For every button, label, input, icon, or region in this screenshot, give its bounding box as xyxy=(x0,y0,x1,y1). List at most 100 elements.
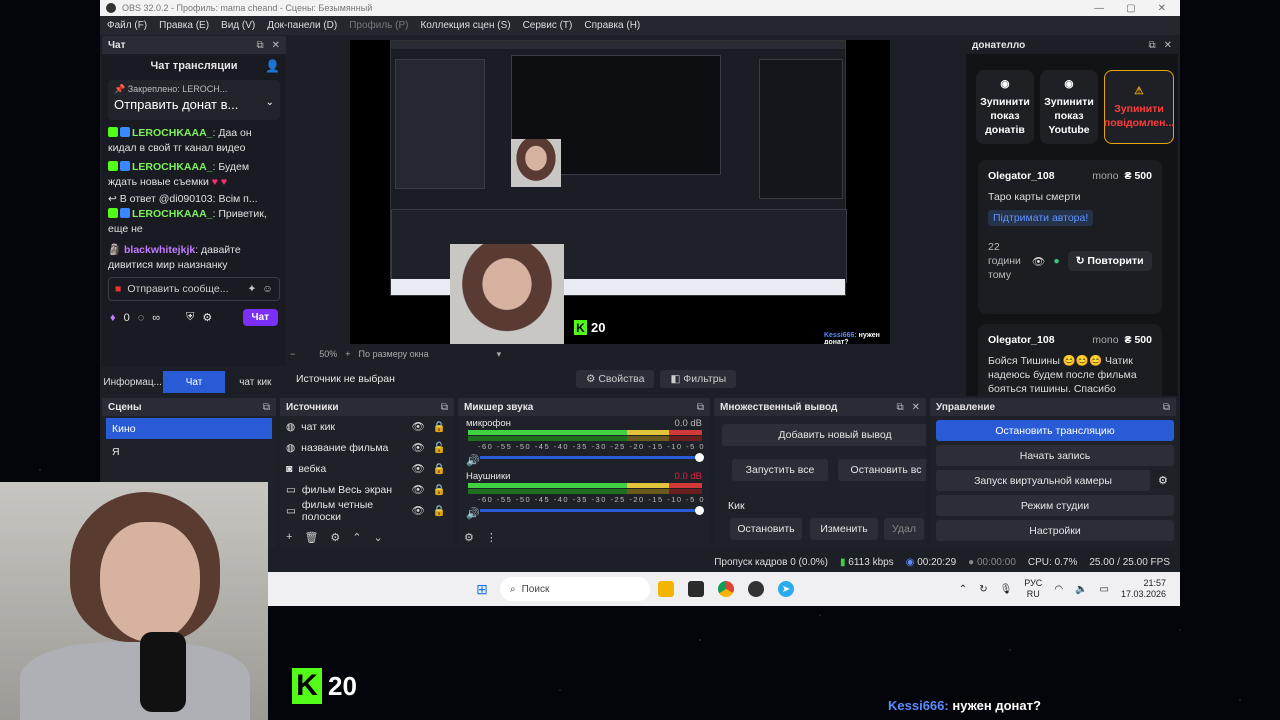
repeat-button[interactable]: ↻ Повторити xyxy=(1067,251,1152,271)
float-icon[interactable]: ⧉ xyxy=(263,402,270,413)
refresh-icon[interactable]: ↻ xyxy=(979,584,987,595)
float-icon[interactable]: ⧉ xyxy=(1163,402,1170,413)
start-all-button[interactable]: Запустить все xyxy=(732,459,828,481)
trash-icon[interactable]: 🗑 xyxy=(304,531,318,544)
float-icon[interactable]: ⧉ xyxy=(256,40,263,51)
close-icon[interactable]: ✕ xyxy=(912,402,920,413)
lock-icon[interactable]: 🔓 xyxy=(433,441,446,454)
menu-profile[interactable]: Профиль (P) xyxy=(349,20,408,31)
chat-nick[interactable]: LEROCHKAAA_ xyxy=(132,208,213,220)
minimize-icon[interactable]: — xyxy=(1094,3,1104,14)
chat-nick[interactable]: LEROCHKAAA_ xyxy=(132,127,213,139)
clock[interactable]: 21:57 17.03.2026 xyxy=(1121,578,1166,600)
gear-icon[interactable]: ⚙ xyxy=(202,311,212,324)
add-output-button[interactable]: Добавить новый вывод xyxy=(722,424,926,446)
properties-button[interactable]: ⚙ Свойства xyxy=(576,370,655,388)
source-item[interactable]: ▭ фильм четные полоски 👁 🔒 xyxy=(280,499,454,523)
telegram-icon[interactable]: ➤ xyxy=(778,581,794,597)
tab-info[interactable]: Информац... xyxy=(102,371,163,393)
wifi-icon[interactable]: ◠ xyxy=(1054,584,1063,595)
menu-file[interactable]: Файл (F) xyxy=(107,20,147,31)
add-icon[interactable]: + xyxy=(286,531,292,544)
lock-icon[interactable]: 🔒 xyxy=(433,483,446,496)
float-icon[interactable]: ⧉ xyxy=(1148,40,1155,51)
windows-start-icon[interactable]: ⊞ xyxy=(474,581,490,597)
chat-input[interactable]: ■ Отправить сообще... ✦ ☺ xyxy=(108,277,280,301)
advanced-audio-icon[interactable]: ⚙ xyxy=(464,531,474,544)
stop-all-button[interactable]: Остановить вс xyxy=(838,459,926,481)
close-icon[interactable]: ✕ xyxy=(1158,3,1166,14)
float-icon[interactable]: ⧉ xyxy=(697,402,704,413)
chat-nick[interactable]: LEROCHKAAA_ xyxy=(132,161,213,173)
battery-icon[interactable]: ▭ xyxy=(1100,584,1109,595)
eye-icon[interactable]: 👁 xyxy=(1032,255,1045,268)
eye-icon[interactable]: 👁 xyxy=(412,462,425,475)
menu-edit[interactable]: Правка (E) xyxy=(159,20,209,31)
lock-icon[interactable]: 🔒 xyxy=(433,462,446,475)
eye-icon[interactable]: 👁 xyxy=(412,483,425,496)
shield-icon[interactable]: ⛨ xyxy=(186,311,194,324)
speaker-icon[interactable]: 🔊 xyxy=(466,454,480,467)
chevron-down-icon[interactable]: ▾ xyxy=(497,349,502,360)
chat-send-button[interactable]: Чат xyxy=(242,309,278,326)
studio-mode-button[interactable]: Режим студии xyxy=(936,495,1174,516)
zoom-out-icon[interactable]: − xyxy=(290,349,295,359)
stop-messages-button[interactable]: ⚠ Зупинити повідомлен... xyxy=(1104,70,1174,144)
stop-output-button[interactable]: Остановить xyxy=(730,518,802,540)
obs-taskbar-icon[interactable] xyxy=(748,581,764,597)
tray-chevron-icon[interactable]: ⌃ xyxy=(959,584,967,595)
source-item[interactable]: ◙ вебка 👁 🔒 xyxy=(280,458,454,479)
maximize-icon[interactable]: ▢ xyxy=(1126,3,1135,14)
up-icon[interactable]: ⌃ xyxy=(352,531,361,544)
zoom-fit[interactable]: По размеру окна xyxy=(359,349,429,359)
taskbar-search[interactable]: ⌕ Поиск xyxy=(500,577,650,601)
close-icon[interactable]: ✕ xyxy=(1164,40,1172,51)
eye-icon[interactable]: 👁 xyxy=(412,441,425,454)
float-icon[interactable]: ⧉ xyxy=(896,402,903,413)
emoji-icon[interactable]: ☺ xyxy=(262,283,273,295)
lock-icon[interactable]: 🔒 xyxy=(433,420,446,433)
chevron-down-icon[interactable]: ⌄ xyxy=(266,97,274,108)
volume-icon[interactable]: 🔈 xyxy=(1075,584,1087,595)
source-item[interactable]: ◍ чат кик 👁 🔒 xyxy=(280,416,454,437)
app-icon[interactable] xyxy=(688,581,704,597)
more-icon[interactable]: ⋮ xyxy=(486,531,497,544)
edit-output-button[interactable]: Изменить xyxy=(810,518,878,540)
zoom-in-icon[interactable]: + xyxy=(345,349,350,359)
eye-icon[interactable]: 👁 xyxy=(412,420,425,433)
menu-help[interactable]: Справка (H) xyxy=(584,20,640,31)
speaker-icon[interactable]: 🔊 xyxy=(466,507,480,520)
delete-output-button[interactable]: Удал xyxy=(884,518,924,540)
users-icon[interactable]: 👤 xyxy=(265,59,280,73)
source-item[interactable]: ▭ фильм Весь экран 👁 🔒 xyxy=(280,479,454,500)
magic-icon[interactable]: ✦ xyxy=(247,283,256,295)
filters-button[interactable]: ◧ Фильтры xyxy=(660,370,737,388)
settings-button[interactable]: Настройки xyxy=(936,520,1174,541)
stop-youtube-button[interactable]: ◉ Зупинити показ Youtube xyxy=(1040,70,1098,144)
stop-donations-button[interactable]: ◉ Зупинити показ донатів xyxy=(976,70,1034,144)
gear-icon[interactable]: ⚙ xyxy=(330,531,340,544)
stop-streaming-button[interactable]: Остановить трансляцию xyxy=(936,420,1174,441)
file-explorer-icon[interactable] xyxy=(658,581,674,597)
menu-scene-collection[interactable]: Коллекция сцен (S) xyxy=(420,20,510,31)
volume-slider[interactable] xyxy=(480,506,704,515)
gear-icon[interactable]: ⚙ xyxy=(1158,474,1168,487)
tab-kick-chat[interactable]: чат кик xyxy=(225,371,286,393)
scene-item[interactable]: Кино xyxy=(106,418,272,439)
virtual-camera-button[interactable]: Запуск виртуальной камеры xyxy=(936,470,1150,491)
eye-icon[interactable]: 👁 xyxy=(412,504,425,517)
close-icon[interactable]: ✕ xyxy=(272,40,280,51)
float-icon[interactable]: ⧉ xyxy=(441,402,448,413)
start-recording-button[interactable]: Начать запись xyxy=(936,445,1174,466)
menu-docks[interactable]: Док-панели (D) xyxy=(267,20,337,31)
volume-slider[interactable] xyxy=(480,453,704,462)
lock-icon[interactable]: 🔒 xyxy=(433,504,446,517)
menu-view[interactable]: Вид (V) xyxy=(221,20,255,31)
tab-chat[interactable]: Чат xyxy=(163,371,225,393)
microphone-icon[interactable]: 🎙 xyxy=(1000,584,1013,595)
chat-nick[interactable]: blackwhitejkjk xyxy=(124,244,195,256)
menu-tools[interactable]: Сервис (T) xyxy=(523,20,573,31)
preview-canvas[interactable]: K 20 Kessi666: нужен донат? xyxy=(350,40,890,344)
support-author-link[interactable]: Підтримати автора! xyxy=(988,210,1094,226)
chrome-icon[interactable] xyxy=(718,581,734,597)
